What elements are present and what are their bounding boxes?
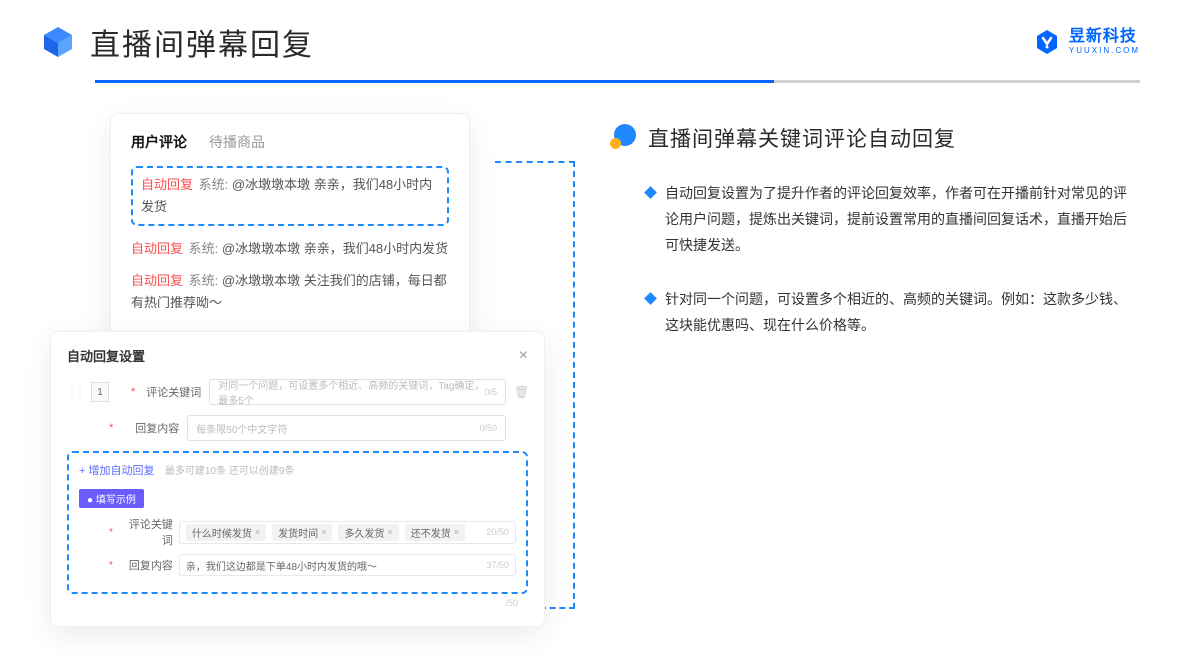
- settings-title: 自动回复设置: [67, 346, 145, 365]
- description-column: 直播间弹幕关键词评论自动回复 自动回复设置为了提升作者的评论回复效率，作者可在开…: [610, 113, 1140, 627]
- bullet-item: 自动回复设置为了提升作者的评论回复效率，作者可在开播前针对常见的评论用户问题，提…: [610, 181, 1140, 259]
- add-auto-reply-link[interactable]: + 增加自动回复: [79, 465, 154, 477]
- diamond-icon: [644, 292, 657, 305]
- example-content-row: * 回复内容 亲，我们这边都是下单48小时内发货的哦～ 37/50: [79, 554, 516, 576]
- brand-logo: 昱新科技 YUUXIN.COM: [1033, 28, 1140, 56]
- tab-pending-goods[interactable]: 待播商品: [209, 132, 265, 152]
- tag-chip[interactable]: 还不发货×: [405, 524, 465, 541]
- comment-row: 自动回复 系统: @冰墩墩本墩 关注我们的店铺，每日都有热门推荐呦～: [131, 270, 449, 314]
- example-keyword-row: * 评论关键词 什么时候发货× 发货时间× 多久发货× 还不发货× 20/50: [79, 516, 516, 548]
- bullet-text: 针对同一个问题，可设置多个相近的、高频的关键词。例如：这款多少钱、这块能优惠吗、…: [665, 287, 1140, 339]
- delete-icon[interactable]: 🗑: [514, 385, 528, 399]
- tag-chip[interactable]: 什么时候发货×: [186, 524, 266, 541]
- connector-line: [495, 161, 575, 163]
- tag-chip[interactable]: 发货时间×: [272, 524, 332, 541]
- highlighted-comment: 自动回复 系统: @冰墩墩本墩 亲亲，我们48小时内发货: [131, 166, 449, 226]
- comment-row: 自动回复 系统: @冰墩墩本墩 亲亲，我们48小时内发货: [131, 238, 449, 260]
- example-badge: ● 填写示例: [79, 489, 144, 508]
- diamond-icon: [644, 186, 657, 199]
- keyword-input[interactable]: 对同一个问题，可设置多个相近、高频的关键词，Tag确定，最多5个 0/5: [209, 379, 506, 405]
- add-hint: 最多可建10条 还可以创建9条: [165, 466, 294, 477]
- comment-text: @冰墩墩本墩 亲亲，我们48小时内发货: [222, 241, 448, 256]
- index-box: 1: [91, 382, 109, 402]
- connector-line: [540, 607, 575, 609]
- drag-handle-icon[interactable]: ⋮⋮: [67, 387, 83, 398]
- example-content-input[interactable]: 亲，我们这边都是下单48小时内发货的哦～ 37/50: [179, 554, 516, 576]
- required-star: *: [109, 422, 113, 434]
- tag-chip[interactable]: 多久发货×: [338, 524, 398, 541]
- page-title: 直播间弹幕回复: [90, 20, 314, 64]
- auto-reply-tag: 自动回复: [141, 177, 193, 192]
- header-left: 直播间弹幕回复: [40, 20, 314, 64]
- example-keyword-input[interactable]: 什么时候发货× 发货时间× 多久发货× 还不发货× 20/50: [179, 521, 516, 544]
- required-star: *: [131, 386, 135, 398]
- logo-icon: [1033, 28, 1061, 56]
- content-label: 回复内容: [123, 420, 179, 436]
- chat-bubble-icon: [610, 124, 638, 152]
- system-label: 系统:: [189, 241, 219, 256]
- example-section: + 增加自动回复 最多可建10条 还可以创建9条 ● 填写示例 * 评论关键词 …: [67, 451, 528, 594]
- auto-reply-tag: 自动回复: [131, 241, 183, 256]
- cube-icon: [40, 24, 76, 60]
- header: 直播间弹幕回复 昱新科技 YUUXIN.COM: [0, 0, 1180, 64]
- bullet-item: 针对同一个问题，可设置多个相近的、高频的关键词。例如：这款多少钱、这块能优惠吗、…: [610, 287, 1140, 339]
- connector-line: [573, 161, 575, 609]
- system-label: 系统:: [189, 273, 219, 288]
- bullet-text: 自动回复设置为了提升作者的评论回复效率，作者可在开播前针对常见的评论用户问题，提…: [665, 181, 1140, 259]
- comments-card: 用户评论 待播商品 自动回复 系统: @冰墩墩本墩 亲亲，我们48小时内发货 自…: [110, 113, 470, 341]
- keyword-row: ⋮⋮ 1 * 评论关键词 对同一个问题，可设置多个相近、高频的关键词，Tag确定…: [67, 379, 528, 405]
- keyword-label: 评论关键词: [145, 384, 201, 400]
- close-icon[interactable]: ×: [519, 347, 528, 365]
- illustration-column: 用户评论 待播商品 自动回复 系统: @冰墩墩本墩 亲亲，我们48小时内发货 自…: [50, 113, 570, 627]
- auto-reply-tag: 自动回复: [131, 273, 183, 288]
- content-row: * 回复内容 每条限50个中文字符 0/50: [67, 415, 528, 441]
- logo-text-en: YUUXIN.COM: [1069, 47, 1140, 55]
- section-title: 直播间弹幕关键词评论自动回复: [648, 123, 956, 153]
- logo-text-cn: 昱新科技: [1069, 29, 1140, 45]
- outer-count: /50: [67, 598, 528, 608]
- content-input[interactable]: 每条限50个中文字符 0/50: [187, 415, 506, 441]
- system-label: 系统:: [199, 177, 229, 192]
- tabs: 用户评论 待播商品: [131, 132, 449, 152]
- tab-user-comments[interactable]: 用户评论: [131, 132, 187, 152]
- settings-card: 自动回复设置 × ⋮⋮ 1 * 评论关键词 对同一个问题，可设置多个相近、高频的…: [50, 331, 545, 627]
